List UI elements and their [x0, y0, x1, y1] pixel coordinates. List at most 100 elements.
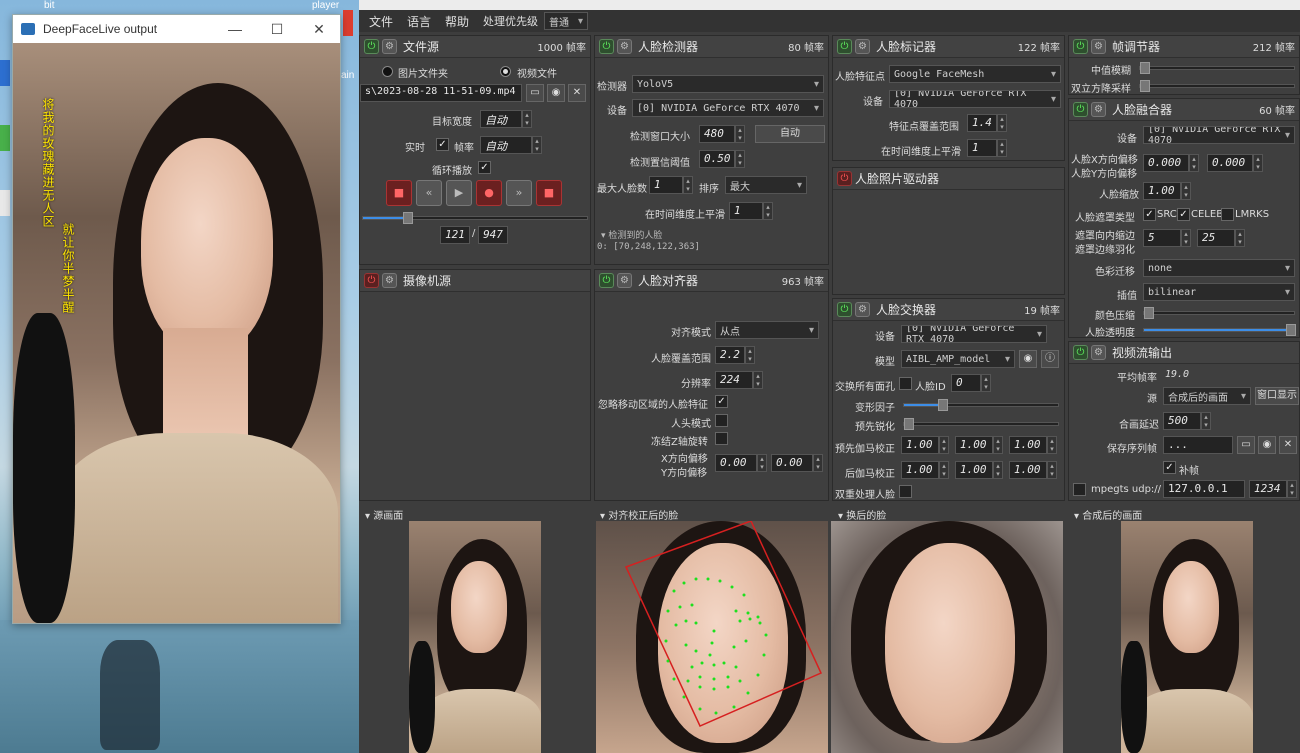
spin-arrows-icon[interactable]: ▴ ▾: [1047, 436, 1057, 454]
spin-arrows-icon[interactable]: ▴ ▾: [522, 110, 532, 128]
median-blur-slider[interactable]: [1139, 62, 1295, 74]
menu-language[interactable]: 语言: [405, 13, 433, 30]
pre-gamma-b-field[interactable]: 1.00: [1009, 436, 1047, 454]
output-window[interactable]: DeepFaceLive output — ☐ ✕ 将我的玫瑰藏进无人区 就让你…: [12, 14, 341, 624]
power-icon[interactable]: ⏻: [1073, 102, 1088, 117]
priority-select[interactable]: 普通: [544, 12, 589, 30]
temporal-smoothing-field[interactable]: 1: [729, 202, 763, 220]
target-width-field[interactable]: 自动: [480, 110, 522, 128]
range-field[interactable]: 1.4: [967, 114, 997, 132]
power-icon[interactable]: ⏻: [364, 273, 379, 288]
output-window-titlebar[interactable]: DeepFaceLive output — ☐ ✕: [13, 15, 340, 43]
pause-button[interactable]: ●: [476, 180, 502, 206]
gear-icon[interactable]: ⚙: [855, 39, 870, 54]
auto-button[interactable]: 自动: [755, 125, 825, 143]
mask-lmrks-checkbox[interactable]: [1221, 208, 1234, 221]
threshold-field[interactable]: 0.50: [699, 150, 735, 168]
spin-arrows-icon[interactable]: ▴ ▾: [813, 454, 823, 472]
offset-y-field[interactable]: 0.00: [771, 454, 813, 472]
mask-blur-field[interactable]: 25: [1197, 229, 1235, 247]
marker-select[interactable]: Google FaceMesh: [889, 65, 1061, 83]
spin-arrows-icon[interactable]: ▴ ▾: [1235, 229, 1245, 247]
mask-src-checkbox[interactable]: ✓: [1143, 208, 1156, 221]
info-icon[interactable]: ⓘ: [1041, 350, 1059, 368]
menu-help[interactable]: 帮助: [443, 13, 471, 30]
gear-icon[interactable]: ⚙: [617, 39, 632, 54]
device-select[interactable]: [0] NVIDIA GeForce RTX 4070: [889, 90, 1061, 108]
maximize-button[interactable]: ☐: [256, 21, 298, 38]
pre-gamma-r-field[interactable]: 1.00: [901, 436, 939, 454]
spin-arrows-icon[interactable]: ▴ ▾: [981, 374, 991, 392]
exclude-moving-checkbox[interactable]: ✓: [715, 395, 728, 408]
rewind-button[interactable]: «: [416, 180, 442, 206]
spin-arrows-icon[interactable]: ▴ ▾: [997, 114, 1007, 132]
realtime-checkbox[interactable]: ✓: [436, 138, 449, 151]
gear-icon[interactable]: ⚙: [382, 39, 397, 54]
spin-arrows-icon[interactable]: ▴ ▾: [757, 454, 767, 472]
model-select[interactable]: AIBL_AMP_model: [901, 350, 1015, 368]
mpegts-checkbox[interactable]: [1073, 483, 1086, 496]
desktop-icon[interactable]: [0, 125, 10, 151]
end-button[interactable]: ■: [536, 180, 562, 206]
file-path-field[interactable]: s\2023-08-28 11-51-09.mp4: [360, 84, 522, 102]
timeline-slider[interactable]: [362, 212, 588, 224]
spin-arrows-icon[interactable]: ▴ ▾: [532, 136, 542, 154]
spin-arrows-icon[interactable]: ▴ ▾: [1181, 229, 1191, 247]
power-icon[interactable]: ⏻: [1073, 345, 1088, 360]
spin-arrows-icon[interactable]: ▴ ▾: [993, 436, 1003, 454]
spin-arrows-icon[interactable]: ▴ ▾: [735, 150, 745, 168]
spin-arrows-icon[interactable]: ▴ ▾: [1287, 480, 1297, 498]
spin-arrows-icon[interactable]: ▴ ▾: [993, 461, 1003, 479]
power-icon[interactable]: ⏻: [599, 39, 614, 54]
frame-current-field[interactable]: 121: [440, 226, 470, 244]
spin-arrows-icon[interactable]: ▴ ▾: [1201, 412, 1211, 430]
gear-icon[interactable]: ⚙: [1091, 345, 1106, 360]
spin-arrows-icon[interactable]: ▴ ▾: [763, 202, 773, 220]
spin-arrows-icon[interactable]: ▴ ▾: [1253, 154, 1263, 172]
forward-button[interactable]: »: [506, 180, 532, 206]
power-icon[interactable]: ⏻: [599, 273, 614, 288]
preview-header[interactable]: ▾ 源画面: [365, 507, 403, 523]
radio-image-folder[interactable]: [382, 66, 393, 77]
interpolation-select[interactable]: bilinear: [1143, 283, 1295, 301]
save-sequence-path-field[interactable]: ...: [1163, 436, 1233, 454]
degrade-slider[interactable]: [1139, 80, 1295, 92]
close-icon[interactable]: ✕: [568, 84, 586, 102]
spin-arrows-icon[interactable]: ▴ ▾: [997, 139, 1007, 157]
close-button[interactable]: ✕: [298, 21, 340, 38]
eye-icon[interactable]: ◉: [547, 84, 565, 102]
morph-slider[interactable]: [903, 399, 1059, 411]
gear-icon[interactable]: ⚙: [1091, 102, 1106, 117]
temporal-smoothing-field[interactable]: 1: [967, 139, 997, 157]
spin-arrows-icon[interactable]: ▴ ▾: [683, 176, 693, 194]
post-gamma-g-field[interactable]: 1.00: [955, 461, 993, 479]
align-mode-select[interactable]: 从点: [715, 321, 819, 339]
device-select[interactable]: [0] NVIDIA GeForce RTX 4070: [901, 325, 1047, 343]
presharpen-slider[interactable]: [903, 418, 1059, 430]
close-icon[interactable]: ✕: [1279, 436, 1297, 454]
power-icon[interactable]: ⏻: [364, 39, 379, 54]
power-icon[interactable]: ⏻: [837, 302, 852, 317]
eye-icon[interactable]: ◉: [1019, 350, 1037, 368]
gear-icon[interactable]: ⚙: [382, 273, 397, 288]
delay-field[interactable]: 500: [1163, 412, 1201, 430]
radio-video-file[interactable]: [500, 66, 511, 77]
desktop-icon[interactable]: [343, 10, 353, 36]
resolution-field[interactable]: 224: [715, 371, 753, 389]
face-opacity-slider[interactable]: [1143, 324, 1296, 336]
spin-arrows-icon[interactable]: ▴ ▾: [1181, 182, 1191, 200]
mpegts-port-field[interactable]: 1234: [1249, 480, 1287, 498]
post-gamma-b-field[interactable]: 1.00: [1009, 461, 1047, 479]
face-id-field[interactable]: 0: [951, 374, 981, 392]
detected-faces-header[interactable]: ▾ 检测到的人脸: [601, 228, 662, 241]
window-display-button[interactable]: 窗口显示: [1255, 387, 1299, 405]
loop-checkbox[interactable]: ✓: [478, 161, 491, 174]
mask-celeb-checkbox[interactable]: ✓: [1177, 208, 1190, 221]
swap-all-checkbox[interactable]: [899, 377, 912, 390]
spin-arrows-icon[interactable]: ▴ ▾: [1047, 461, 1057, 479]
stop-button[interactable]: ■: [386, 180, 412, 206]
window-size-field[interactable]: 480: [699, 125, 735, 143]
power-icon[interactable]: ⏻: [837, 39, 852, 54]
face-scale-field[interactable]: 1.00: [1143, 182, 1181, 200]
color-compress-slider[interactable]: [1143, 307, 1295, 319]
